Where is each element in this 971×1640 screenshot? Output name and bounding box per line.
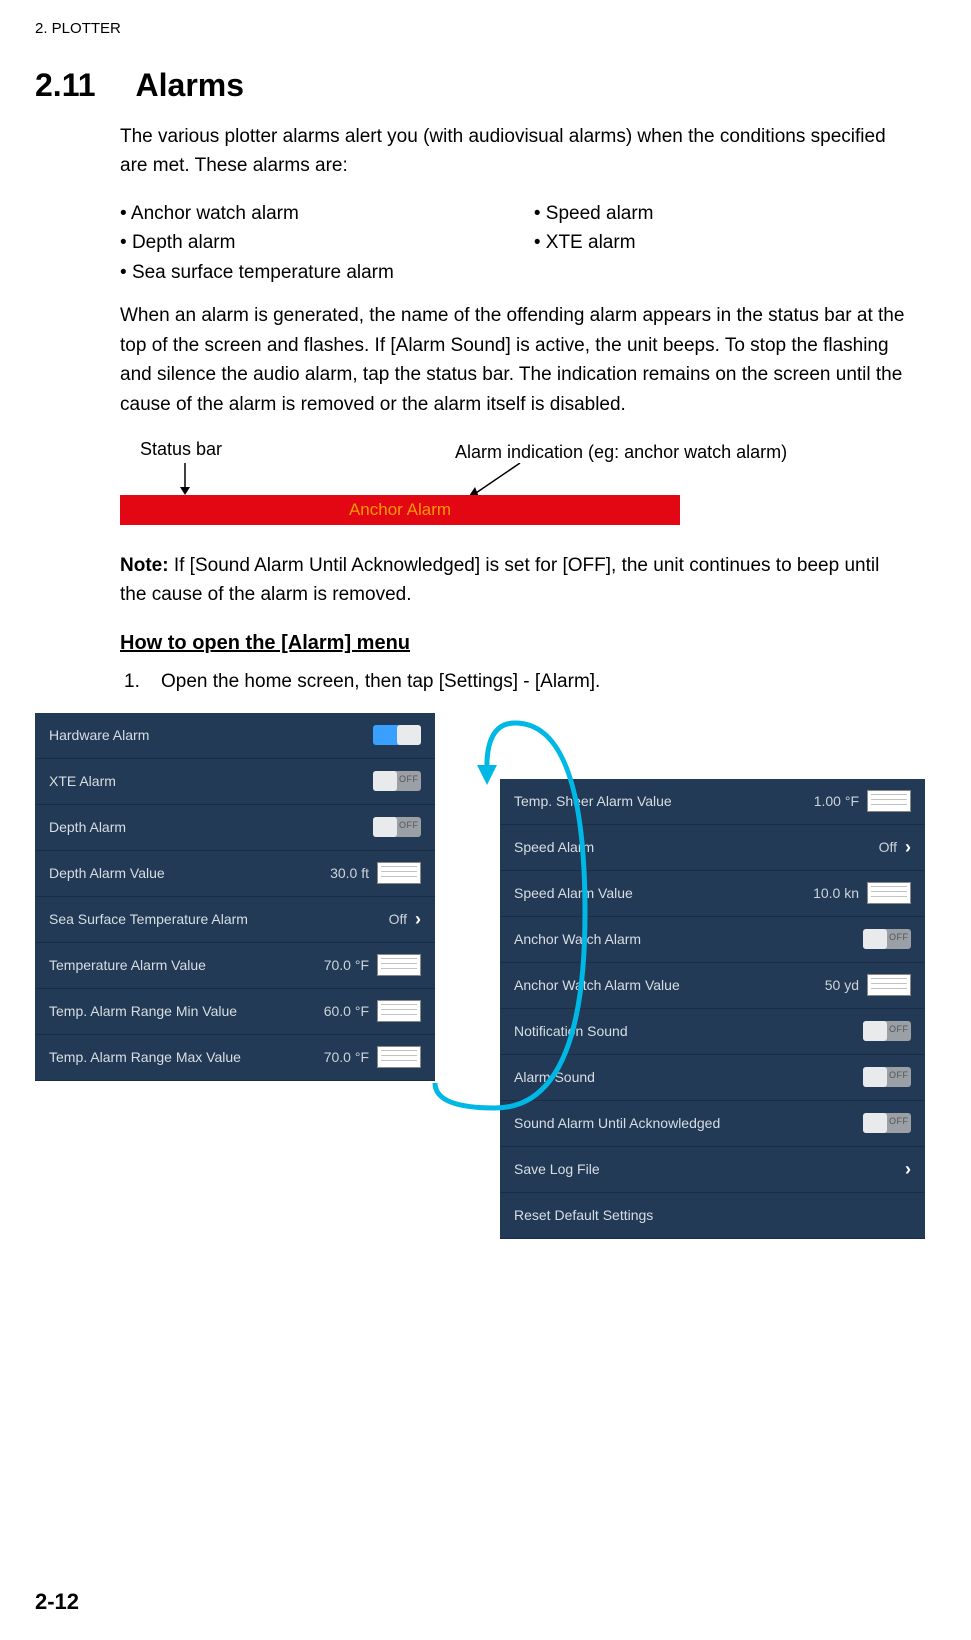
arrow-down-icon	[175, 463, 195, 497]
anchor-alarm-text: Anchor Alarm	[349, 500, 451, 520]
menu-row[interactable]: Save Log File›	[500, 1147, 925, 1193]
alarm-indication-label: Alarm indication (eg: anchor watch alarm…	[455, 442, 787, 463]
step-text: Open the home screen, then tap [Settings…	[161, 671, 600, 692]
toggle-switch[interactable]: OFF	[863, 1021, 911, 1041]
intro-paragraph: The various plotter alarms alert you (wi…	[120, 122, 911, 181]
menu-row[interactable]: Depth Alarm Value30.0 ft	[35, 851, 435, 897]
menu-row[interactable]: Temp. Alarm Range Min Value60.0 °F	[35, 989, 435, 1035]
bullet-item: XTE alarm	[534, 228, 654, 257]
chevron-right-icon: ›	[905, 1159, 911, 1180]
menu-row-value: 70.0 °F	[324, 957, 369, 973]
toggle-switch[interactable]: OFF	[863, 1067, 911, 1087]
description-paragraph: When an alarm is generated, the name of …	[120, 301, 911, 419]
menu-row-value: 1.00 °F	[814, 793, 859, 809]
menu-row[interactable]: Temperature Alarm Value70.0 °F	[35, 943, 435, 989]
menu-row[interactable]: Sea Surface Temperature AlarmOff›	[35, 897, 435, 943]
chevron-right-icon: ›	[905, 837, 911, 858]
keypad-icon[interactable]	[867, 790, 911, 812]
menu-row[interactable]: Reset Default Settings	[500, 1193, 925, 1239]
menu-row-label: Sea Surface Temperature Alarm	[49, 911, 389, 927]
step-number: 1.	[124, 671, 140, 692]
toggle-switch[interactable]: OFF	[863, 929, 911, 949]
note-label: Note:	[120, 555, 169, 576]
section-title: Alarms	[136, 67, 245, 104]
bullet-item: Speed alarm	[534, 199, 654, 228]
menu-row-label: XTE Alarm	[49, 773, 373, 789]
section-number: 2.11	[35, 67, 96, 104]
menu-row[interactable]: Temp. Alarm Range Max Value70.0 °F	[35, 1035, 435, 1081]
status-bar-label: Status bar	[140, 439, 222, 460]
bullet-item: Sea surface temperature alarm	[120, 258, 394, 287]
bullet-item: Anchor watch alarm	[120, 199, 394, 228]
continuation-arrow-icon	[395, 713, 595, 1113]
note-paragraph: Note: If [Sound Alarm Until Acknowledged…	[120, 551, 911, 610]
subheading: How to open the [Alarm] menu	[120, 632, 911, 655]
chapter-header: 2. PLOTTER	[35, 20, 911, 37]
menu-row-value: 30.0 ft	[330, 865, 369, 881]
menu-row-label: Depth Alarm Value	[49, 865, 330, 881]
step-1: 1. Open the home screen, then tap [Setti…	[124, 671, 911, 693]
menu-row[interactable]: Depth AlarmOFF	[35, 805, 435, 851]
menu-row-value: 60.0 °F	[324, 1003, 369, 1019]
alarm-bullet-columns: Anchor watch alarmDepth alarmSea surface…	[120, 199, 911, 287]
keypad-icon[interactable]	[867, 974, 911, 996]
menu-row-label: Hardware Alarm	[49, 727, 373, 743]
note-text: If [Sound Alarm Until Acknowledged] is s…	[120, 555, 879, 605]
page-number: 2-12	[35, 1589, 79, 1615]
menu-row-label: Save Log File	[514, 1161, 905, 1177]
menu-row-value: Off	[879, 839, 897, 855]
keypad-icon[interactable]	[867, 882, 911, 904]
menu-row-label: Temperature Alarm Value	[49, 957, 324, 973]
status-bar-example[interactable]: Anchor Alarm	[120, 495, 680, 525]
toggle-switch[interactable]: OFF	[863, 1113, 911, 1133]
menu-row-value: 10.0 kn	[813, 885, 859, 901]
alarm-menu-panel-1: Hardware AlarmONXTE AlarmOFFDepth AlarmO…	[35, 713, 435, 1081]
menu-row-label: Temp. Alarm Range Min Value	[49, 1003, 324, 1019]
menu-row[interactable]: Hardware AlarmON	[35, 713, 435, 759]
menu-row[interactable]: XTE AlarmOFF	[35, 759, 435, 805]
menu-row-label: Depth Alarm	[49, 819, 373, 835]
bullet-item: Depth alarm	[120, 228, 394, 257]
menu-row-label: Sound Alarm Until Acknowledged	[514, 1115, 863, 1131]
status-bar-diagram: Status bar Alarm indication (eg: anchor …	[120, 439, 911, 529]
menu-row-label: Temp. Alarm Range Max Value	[49, 1049, 324, 1065]
menu-row-value: 50 yd	[825, 977, 859, 993]
menu-row-label: Reset Default Settings	[514, 1207, 911, 1223]
menu-row-value: 70.0 °F	[324, 1049, 369, 1065]
